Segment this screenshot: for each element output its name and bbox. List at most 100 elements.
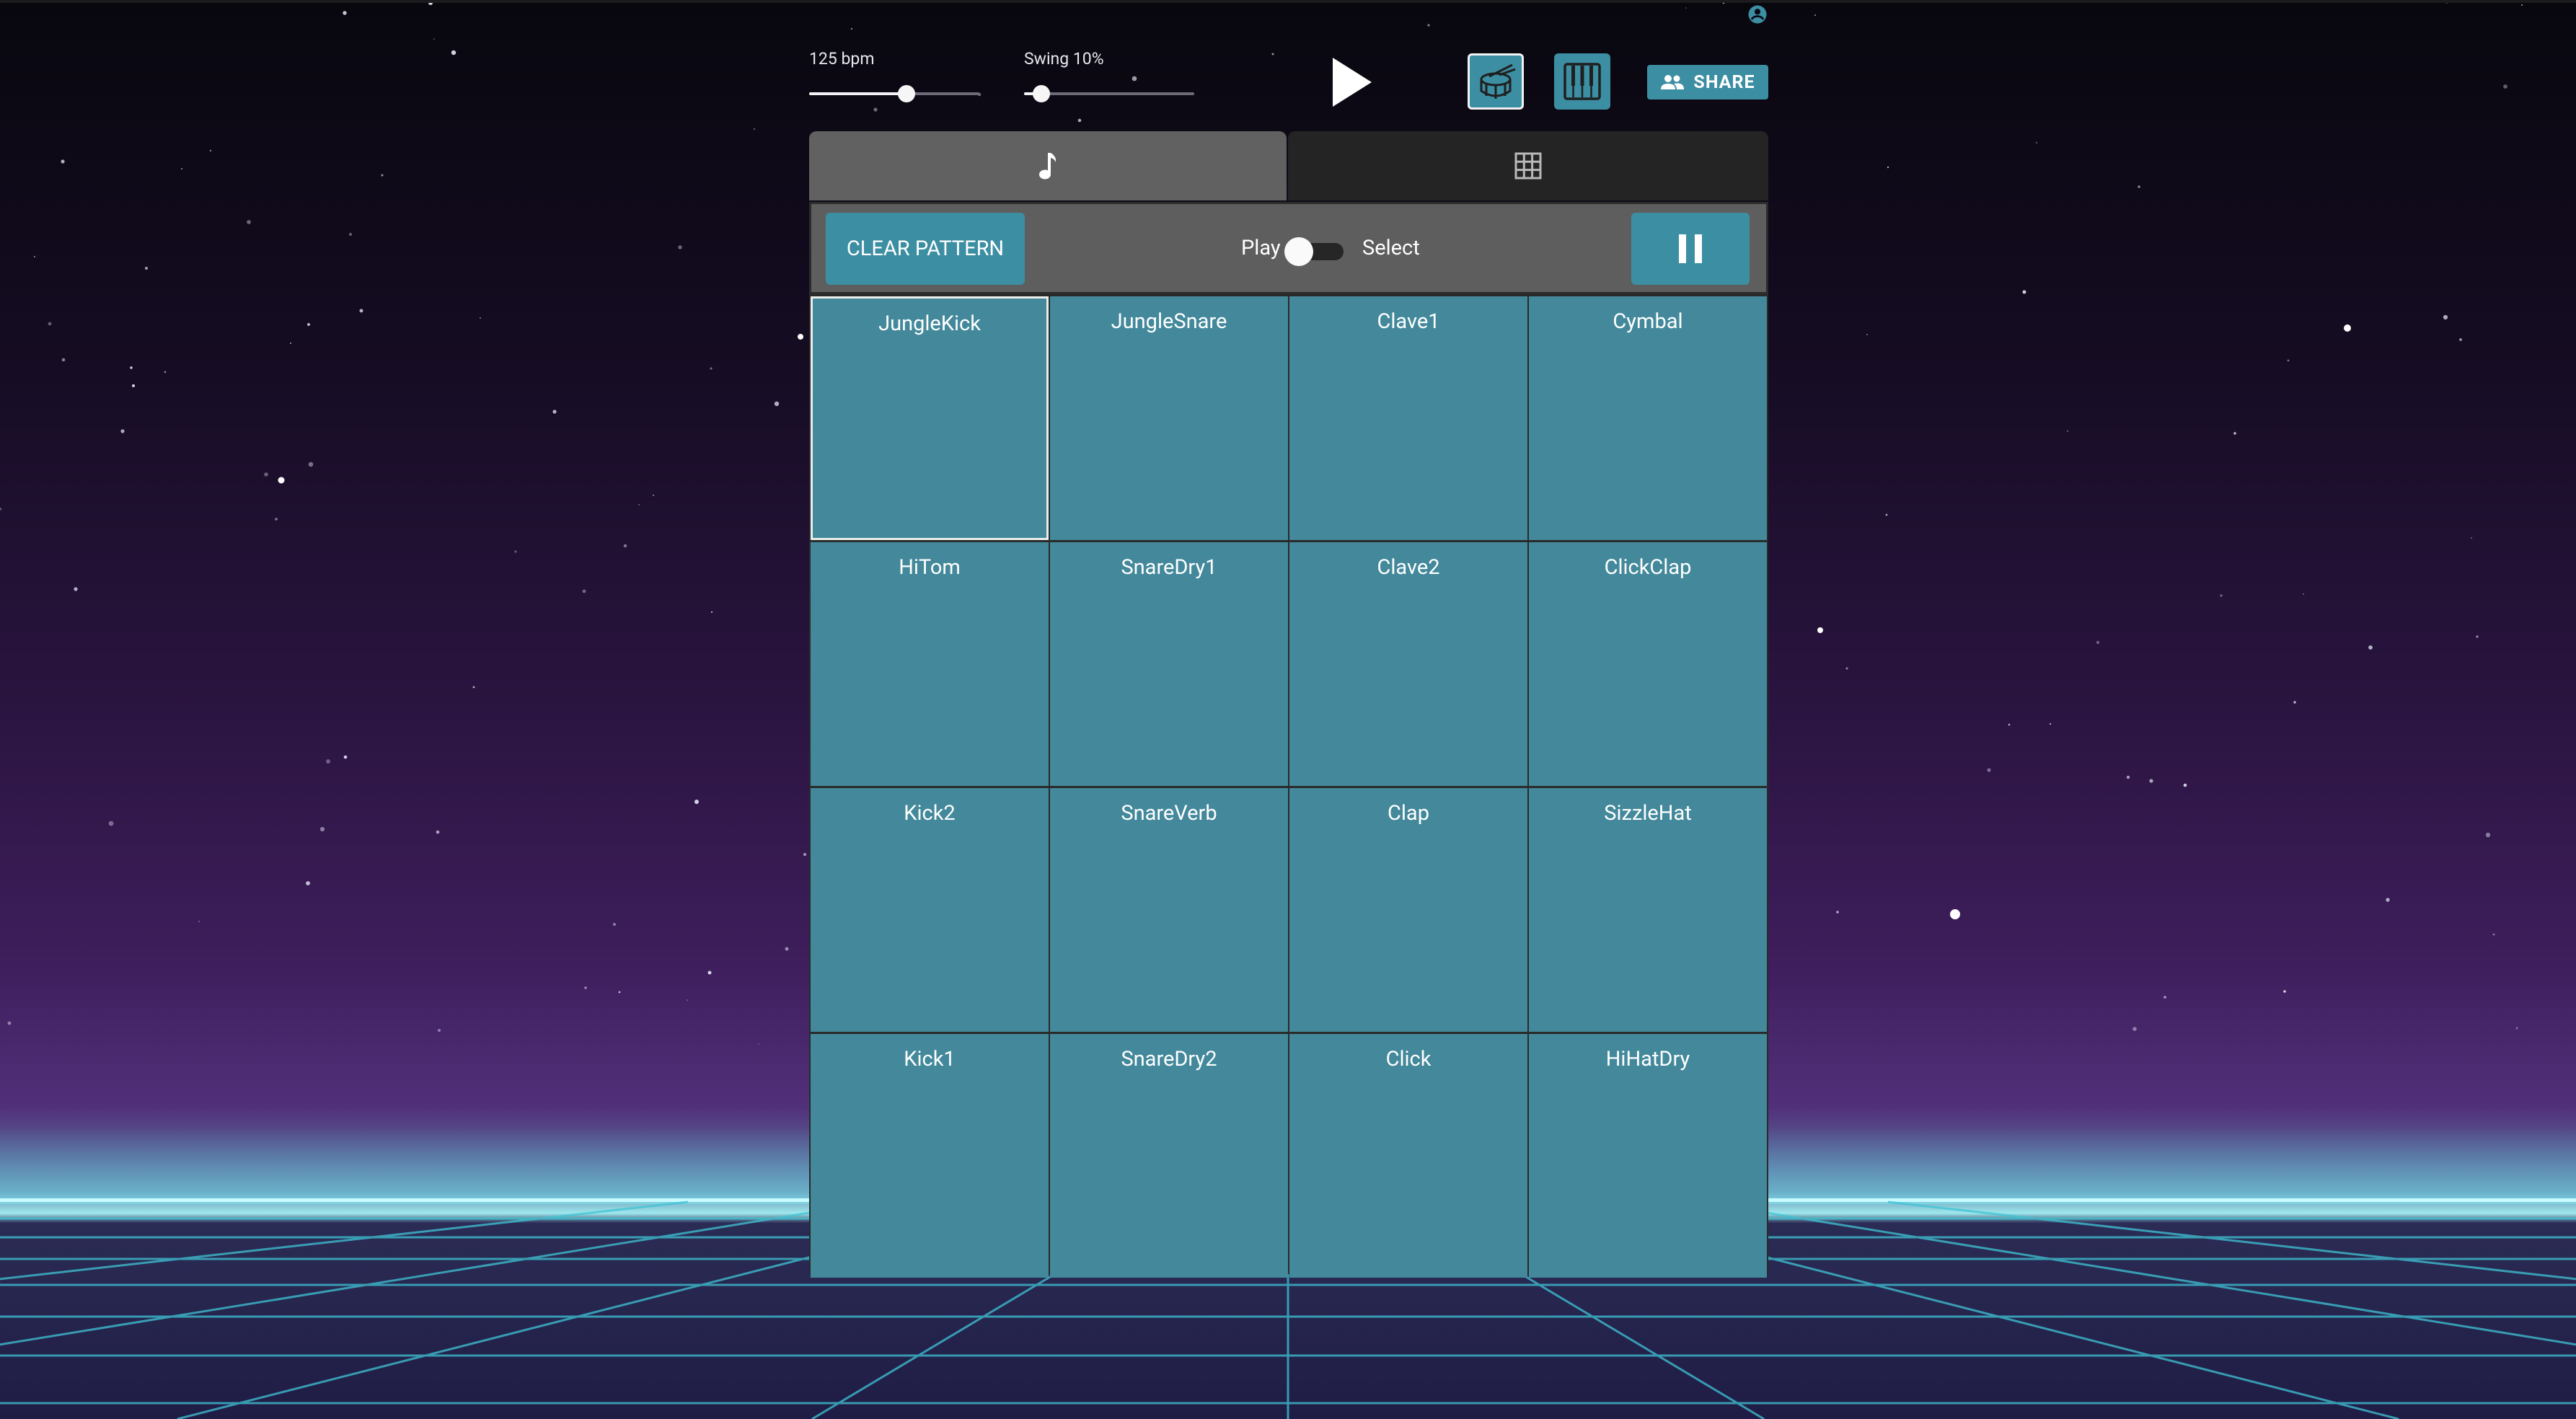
star	[2220, 594, 2223, 597]
star	[209, 149, 212, 152]
star	[1077, 118, 1082, 123]
star	[7, 1021, 12, 1025]
star	[349, 233, 352, 236]
star	[2485, 832, 2491, 838]
drum-pad[interactable]: Clave1	[1289, 296, 1527, 540]
star	[319, 826, 325, 832]
star	[1866, 334, 1868, 335]
drum-icon	[1480, 63, 1516, 99]
tempo-slider-thumb[interactable]	[897, 85, 915, 102]
star	[2035, 141, 2038, 144]
toggle-knob[interactable]	[1284, 237, 1313, 266]
drum-pad-label: Kick1	[904, 1047, 956, 1071]
star	[618, 991, 621, 994]
pause-icon	[1679, 234, 1702, 263]
tempo-slider-fill	[809, 92, 907, 95]
star	[687, 999, 688, 1001]
star	[623, 544, 627, 548]
star	[436, 830, 440, 834]
star	[798, 334, 803, 340]
clear-pattern-button[interactable]: CLEAR PATTERN	[826, 213, 1025, 285]
drum-pad[interactable]: JungleSnare	[1050, 296, 1288, 540]
piano-button[interactable]	[1554, 53, 1610, 110]
play-select-toggle[interactable]	[1284, 237, 1344, 266]
drum-pad-label: JungleSnare	[1111, 309, 1227, 334]
drum-pad-label: Clap	[1388, 801, 1429, 826]
star	[343, 755, 348, 759]
drum-pad-label: Clave1	[1377, 309, 1440, 334]
star	[694, 800, 699, 804]
star	[343, 11, 347, 15]
star	[1271, 53, 1274, 56]
star	[2067, 430, 2068, 432]
drum-pad[interactable]: SnareDry1	[1050, 542, 1288, 786]
star	[710, 367, 713, 370]
drum-pad[interactable]: SnareVerb	[1050, 788, 1288, 1032]
tab-sequencer[interactable]	[1288, 131, 1768, 200]
drum-pad[interactable]: Clap	[1289, 788, 1527, 1032]
drum-pad[interactable]: Click	[1289, 1034, 1527, 1278]
star	[48, 322, 52, 326]
drum-pad[interactable]: SizzleHat	[1529, 788, 1767, 1032]
play-button[interactable]	[1326, 53, 1377, 111]
star	[164, 371, 167, 373]
pad-grid: JungleKick JungleSnare Clave1 Cymbal HiTom Sn…	[809, 294, 1768, 1278]
drum-pad-label: ClickClap	[1604, 555, 1692, 580]
music-note-icon	[1039, 153, 1057, 180]
mode-select-label: Select	[1362, 236, 1420, 260]
star	[582, 589, 586, 593]
drum-pad-label: Click	[1385, 1047, 1432, 1071]
star	[514, 550, 517, 553]
star	[1814, 14, 1817, 17]
drum-pad[interactable]: SnareDry2	[1050, 1034, 1288, 1278]
drum-pad-label: SizzleHat	[1604, 801, 1692, 826]
account-icon[interactable]	[1747, 4, 1768, 25]
star	[2233, 432, 2236, 435]
star	[1950, 909, 1960, 919]
star	[584, 986, 587, 989]
top-border	[0, 0, 2576, 3]
drum-pad-label: HiHatDry	[1605, 1047, 1690, 1071]
drum-pad[interactable]: Cymbal	[1529, 296, 1767, 540]
star	[803, 853, 806, 856]
star	[552, 410, 557, 414]
swing-slider[interactable]	[1024, 85, 1194, 102]
drum-pad[interactable]: Kick2	[811, 788, 1049, 1032]
drum-kit-button[interactable]	[1468, 53, 1524, 110]
star	[275, 518, 278, 521]
star	[307, 323, 310, 326]
star	[74, 587, 78, 591]
star	[2515, 1027, 2518, 1030]
tempo-slider[interactable]	[809, 85, 979, 102]
star	[289, 342, 292, 345]
drum-pad-label: SnareDry1	[1121, 555, 1217, 580]
star	[1845, 667, 1848, 670]
drum-pad-label: Clave2	[1377, 555, 1440, 580]
star	[774, 401, 780, 407]
star	[451, 50, 456, 56]
star	[2303, 593, 2304, 595]
star	[61, 159, 65, 164]
star	[2163, 996, 2166, 999]
star	[1132, 76, 1137, 81]
share-button[interactable]: SHARE	[1647, 65, 1768, 100]
drum-pad[interactable]: JungleKick	[811, 296, 1049, 540]
tab-pads[interactable]	[809, 131, 1287, 200]
drum-pad[interactable]: HiTom	[811, 542, 1049, 786]
swing-slider-thumb[interactable]	[1032, 85, 1050, 102]
star	[1817, 627, 1823, 633]
star	[2183, 783, 2187, 787]
star	[2138, 185, 2140, 188]
drum-pad[interactable]: Clave2	[1289, 542, 1527, 786]
drum-pad[interactable]: Kick1	[811, 1034, 1049, 1278]
pause-button[interactable]	[1631, 213, 1750, 285]
star	[1836, 911, 1839, 914]
star	[707, 971, 712, 975]
star	[326, 759, 330, 764]
drum-pad-label: HiTom	[899, 555, 961, 580]
drum-machine-panel: CLEAR PATTERN Play Select JungleKick Jung…	[809, 131, 1768, 1278]
drum-pad[interactable]: ClickClap	[1529, 542, 1767, 786]
star	[1427, 24, 1430, 27]
drum-pad[interactable]: HiHatDry	[1529, 1034, 1767, 1278]
drum-pad-label: JungleKick	[878, 311, 981, 336]
